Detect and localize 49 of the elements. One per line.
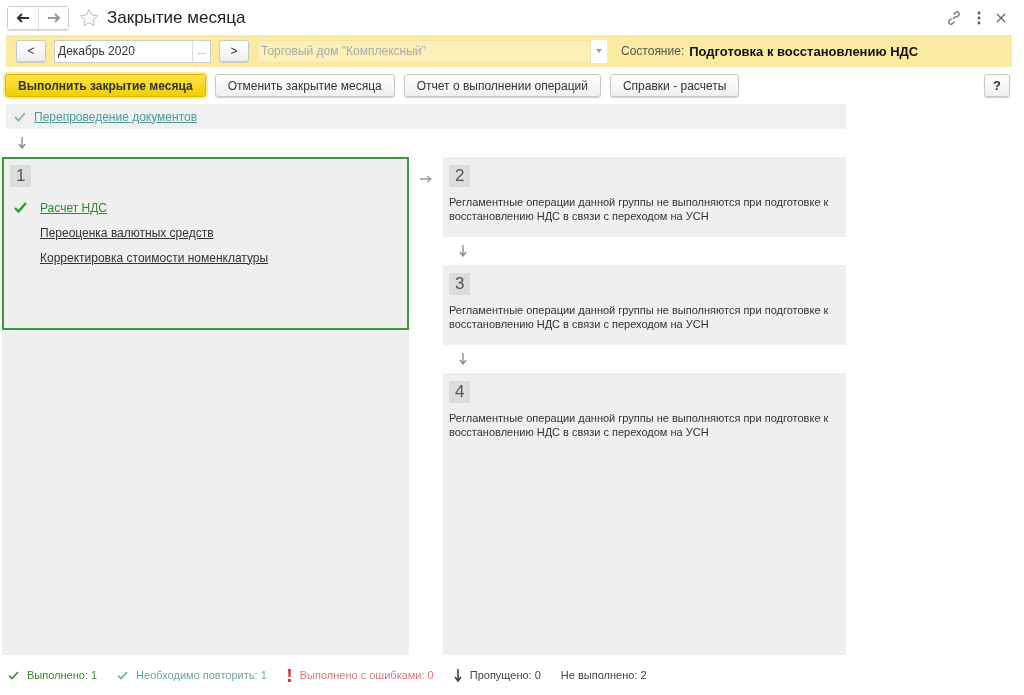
group-panel[interactable]: 2 Регламентные операции данной группы не выполняются при подготовке к восстановлению НДС в связи с переходом на УСН bbox=[443, 157, 846, 237]
check-icon bbox=[14, 111, 26, 122]
right-arrow-icon bbox=[46, 12, 61, 23]
window-title: Закрытие месяца bbox=[107, 7, 246, 28]
dropdown-button[interactable] bbox=[591, 39, 607, 63]
state-value: Подготовка к восстановлению НДС bbox=[689, 43, 919, 59]
help-button[interactable]: ? bbox=[984, 74, 1010, 97]
check-icon bbox=[117, 670, 129, 680]
legend-text: Пропущено: 0 bbox=[469, 669, 541, 681]
more-icon[interactable] bbox=[976, 10, 982, 25]
operation-link[interactable]: Переоценка валютных средств bbox=[40, 225, 214, 240]
group-note: Регламентные операции данной группы не выполняются при подготовке к восстановлению НДС в связи с переходом на УСН bbox=[449, 195, 830, 223]
left-arrow-icon bbox=[16, 12, 30, 23]
group-panel[interactable]: 3 Регламентные операции данной группы не выполняются при подготовке к восстановлению НДС в связи с переходом на УСН bbox=[443, 265, 846, 345]
down-arrow-icon bbox=[18, 137, 26, 149]
group-note: Регламентные операции данной группы не выполняются при подготовке к восстановлению НДС в связи с переходом на УСН bbox=[449, 303, 830, 331]
star-icon[interactable] bbox=[79, 7, 99, 28]
action-button[interactable]: Справки - расчеты bbox=[609, 74, 740, 97]
group-number: 1 bbox=[10, 165, 32, 187]
down-arrow-icon bbox=[453, 668, 462, 682]
action-button[interactable]: Отменить закрытие месяца bbox=[214, 74, 395, 97]
down-arrow-icon bbox=[459, 353, 467, 365]
group-panel[interactable]: 4 Регламентные операции данной группы не выполняются при подготовке к восстановлению НДС в связи с переходом на УСН bbox=[443, 373, 846, 655]
link-icon[interactable] bbox=[946, 9, 962, 26]
legend-text: Не выполнено: 2 bbox=[560, 669, 647, 681]
check-icon bbox=[8, 670, 19, 680]
group-number: 3 bbox=[449, 273, 471, 295]
group-panel[interactable]: 1 Расчет НДС Переоценка валютных средств Корректировка стоимости номенклатуры bbox=[2, 157, 409, 330]
action-button[interactable]: Отчет о выполнении операций bbox=[403, 74, 601, 97]
dropdown-icon bbox=[596, 49, 602, 53]
group-note: Регламентные операции данной группы не выполняются при подготовке к восстановлению НДС в связи с переходом на УСН bbox=[449, 411, 830, 439]
group-number: 2 bbox=[449, 165, 471, 187]
operation-link[interactable]: Расчет НДС bbox=[40, 200, 107, 215]
down-arrow-icon bbox=[459, 245, 467, 257]
next-period-button[interactable]: > bbox=[219, 40, 249, 62]
back-button[interactable] bbox=[8, 6, 38, 29]
exclamation-icon bbox=[286, 668, 292, 682]
close-icon[interactable] bbox=[996, 12, 1006, 23]
legend-text: Выполнено: 1 bbox=[27, 669, 98, 681]
operation-link[interactable]: Корректировка стоимости номенклатуры bbox=[40, 250, 269, 265]
legend-text: Выполнено с ошибками: 0 bbox=[299, 669, 434, 681]
period-field[interactable]: Декабрь 2020 ... bbox=[54, 39, 211, 63]
previous-period-button[interactable]: < bbox=[16, 40, 46, 62]
check-icon bbox=[14, 202, 28, 213]
legend-text: Необходимо повторить: 1 bbox=[136, 669, 267, 681]
right-arrow-icon bbox=[420, 175, 432, 183]
group-number: 4 bbox=[449, 381, 471, 403]
action-button[interactable]: Выполнить закрытие месяца bbox=[5, 74, 206, 97]
state-label: Состояние: bbox=[621, 44, 685, 58]
